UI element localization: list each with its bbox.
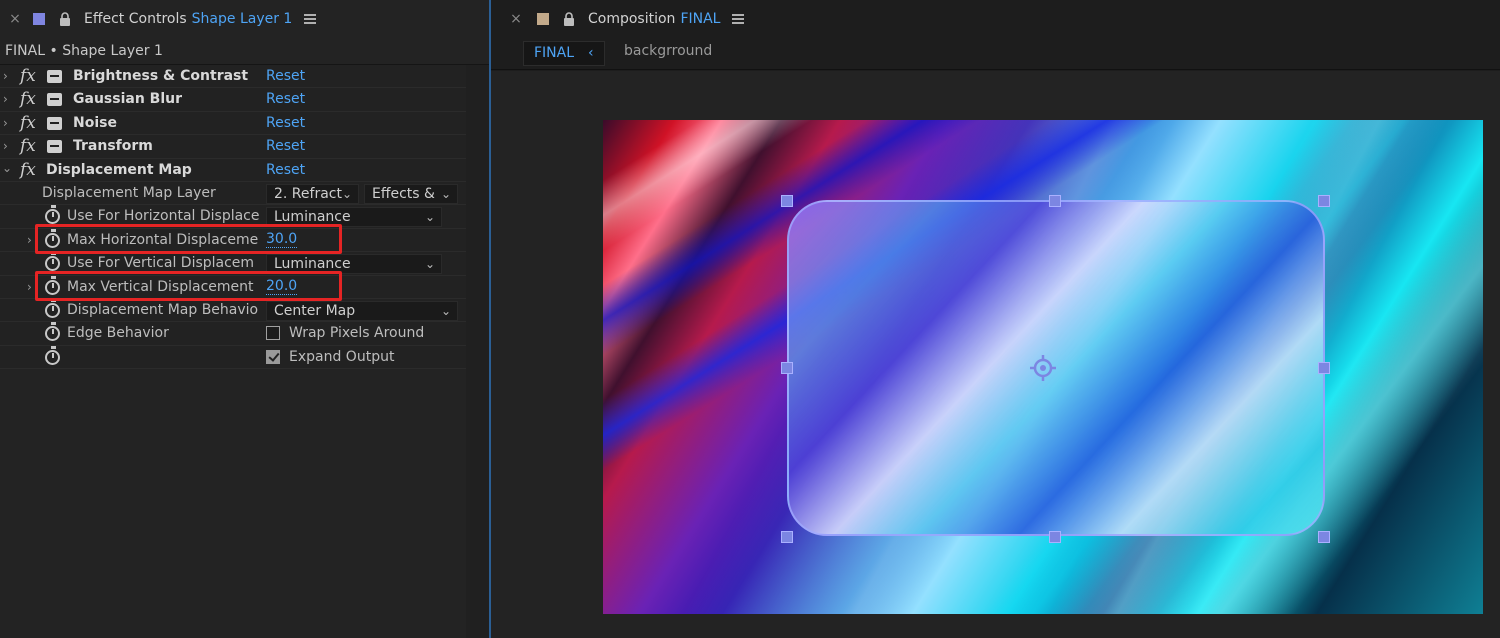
comp-breadcrumb-bar: FINAL ‹ backgrround — [491, 38, 1500, 70]
layer-breadcrumb: FINAL • Shape Layer 1 — [5, 43, 163, 59]
reset-link[interactable]: Reset — [266, 162, 305, 178]
chevron-right-icon[interactable]: › — [3, 92, 8, 106]
comp-color-swatch — [537, 13, 549, 25]
chevron-down-icon: ⌄ — [440, 303, 451, 318]
effect-row-displacement-map[interactable]: ⌄ fx Displacement Map Reset — [0, 158, 466, 182]
transform-handle-middle-left[interactable] — [781, 362, 793, 374]
chevron-down-icon: ⌄ — [424, 210, 435, 225]
effect-preset-icon — [47, 116, 62, 130]
chevron-down-icon: ⌄ — [440, 186, 451, 201]
reset-link[interactable]: Reset — [266, 91, 305, 107]
layer-color-swatch — [33, 13, 45, 25]
effect-row-gaussian-blur[interactable]: › fx Gaussian Blur Reset — [0, 88, 466, 112]
fx-toggle-icon[interactable]: fx — [20, 113, 36, 133]
transform-handle-middle-right[interactable] — [1318, 362, 1330, 374]
comp-name: FINAL — [680, 11, 721, 27]
highlight-max-horizontal — [35, 224, 342, 254]
panel-title[interactable]: Effect Controls Shape Layer 1 — [84, 11, 292, 27]
composition-header: × Composition FINAL — [491, 0, 745, 38]
effect-row-noise[interactable]: › fx Noise Reset — [0, 111, 466, 136]
checkbox-label: Wrap Pixels Around — [289, 325, 425, 342]
stopwatch-icon[interactable] — [45, 252, 60, 272]
prop-label: Edge Behavior — [67, 325, 169, 342]
lock-icon[interactable] — [563, 12, 577, 26]
prop-label: Displacement Map Behavio — [67, 301, 259, 318]
stopwatch-icon[interactable] — [45, 298, 60, 318]
map-layer-dropdown[interactable]: 2. Refract ⌄ — [266, 183, 359, 204]
chevron-right-icon[interactable]: › — [3, 116, 8, 130]
stopwatch-icon[interactable] — [45, 205, 60, 225]
reset-link[interactable]: Reset — [266, 115, 305, 131]
effects-list: › fx Brightness & Contrast Reset › fx Ga… — [0, 65, 466, 370]
panel-layer-name: Shape Layer 1 — [191, 11, 293, 27]
chevron-down-icon: ⌄ — [341, 186, 352, 201]
effect-preset-icon — [47, 93, 62, 107]
effect-name: Noise — [73, 114, 117, 131]
transform-handle-bottom-right[interactable] — [1318, 531, 1330, 543]
effect-name: Brightness & Contrast — [73, 68, 249, 84]
prop-label: Displacement Map Layer — [42, 184, 216, 201]
wrap-pixels-checkbox[interactable] — [266, 326, 280, 341]
prop-label: Use For Vertical Displacem — [67, 255, 255, 272]
transform-handle-bottom-center[interactable] — [1049, 531, 1061, 543]
chevron-right-icon[interactable]: › — [27, 280, 32, 294]
highlight-max-vertical — [35, 271, 342, 301]
reset-link[interactable]: Reset — [266, 138, 305, 154]
breadcrumb-final[interactable]: FINAL ‹ — [523, 41, 605, 66]
effect-row-brightness-contrast[interactable]: › fx Brightness & Contrast Reset — [0, 65, 466, 89]
chevron-down-icon[interactable]: ⌄ — [2, 161, 12, 175]
prop-row-expand-output: Expand Output — [0, 345, 466, 370]
close-panel-button[interactable]: × — [9, 11, 21, 27]
transform-handle-top-center[interactable] — [1049, 195, 1061, 207]
panel-menu-icon[interactable] — [304, 14, 317, 24]
chevron-right-icon[interactable]: › — [3, 139, 8, 153]
panel-menu-icon[interactable] — [732, 14, 745, 24]
fx-toggle-icon[interactable]: fx — [20, 66, 36, 86]
effect-preset-icon — [47, 70, 62, 83]
prop-row-map-behavior: Displacement Map Behavio Center Map ⌄ — [0, 298, 466, 323]
effect-controls-panel: × Effect Controls Shape Layer 1 FINAL • S… — [0, 0, 490, 638]
transform-handle-top-right[interactable] — [1318, 195, 1330, 207]
effect-preset-icon — [47, 140, 62, 154]
prop-label: Use For Horizontal Displace — [67, 208, 260, 225]
stopwatch-icon[interactable] — [45, 322, 60, 342]
panel-title[interactable]: Composition FINAL — [588, 11, 720, 27]
close-panel-button[interactable]: × — [510, 11, 522, 27]
effect-controls-header: × Effect Controls Shape Layer 1 — [0, 0, 317, 38]
stopwatch-icon[interactable] — [45, 345, 60, 365]
anchor-point-icon[interactable] — [1029, 354, 1057, 382]
map-behavior-dropdown[interactable]: Center Map ⌄ — [266, 300, 458, 321]
reset-link[interactable]: Reset — [266, 68, 305, 84]
effect-name: Displacement Map — [46, 161, 192, 178]
expand-output-checkbox[interactable] — [266, 349, 280, 364]
lock-icon[interactable] — [59, 12, 73, 26]
fx-toggle-icon[interactable]: fx — [20, 136, 36, 156]
map-layer-source-dropdown[interactable]: Effects & ⌄ — [364, 183, 458, 204]
panel-scrollbar[interactable] — [466, 65, 490, 638]
prop-row-edge-behavior: Edge Behavior Wrap Pixels Around — [0, 322, 466, 346]
transform-handle-top-left[interactable] — [781, 195, 793, 207]
chevron-left-icon: ‹ — [588, 45, 594, 61]
chevron-right-icon[interactable]: › — [27, 233, 32, 247]
chevron-down-icon: ⌄ — [424, 257, 435, 272]
prop-row-map-layer: Displacement Map Layer 2. Refract ⌄ Effec… — [0, 181, 466, 206]
chevron-right-icon[interactable]: › — [3, 69, 8, 83]
checkbox-label: Expand Output — [289, 348, 395, 365]
fx-toggle-icon[interactable]: fx — [20, 89, 36, 109]
breadcrumb-background[interactable]: backgrround — [624, 43, 712, 59]
effect-row-transform[interactable]: › fx Transform Reset — [0, 135, 466, 159]
fx-toggle-icon[interactable]: fx — [20, 160, 36, 180]
transform-handle-bottom-left[interactable] — [781, 531, 793, 543]
effect-name: Transform — [73, 138, 153, 155]
effect-name: Gaussian Blur — [73, 91, 182, 108]
